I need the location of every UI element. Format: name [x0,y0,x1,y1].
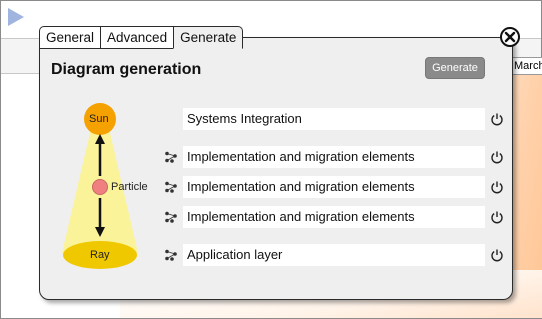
tab-generate[interactable]: Generate [173,26,244,49]
month-cell[interactable]: March [511,57,542,75]
particle-circle [92,179,108,195]
play-icon[interactable] [8,8,24,26]
row-label[interactable]: Implementation and migration elements [183,176,485,198]
particle-label: Particle [111,181,148,193]
node-graph-icon [165,211,177,223]
sun-ray-diagram: Sun Particle Ray [58,100,168,275]
close-icon [504,31,516,43]
power-icon[interactable] [490,248,504,262]
close-button[interactable] [500,27,520,47]
tab-advanced[interactable]: Advanced [100,26,174,49]
node-graph-icon [165,249,177,261]
panel-title: Diagram generation [51,61,202,78]
ray-label: Ray [90,249,110,261]
power-icon[interactable] [490,180,504,194]
tab-general[interactable]: General [39,26,101,49]
row-label[interactable]: Systems Integration [183,108,485,130]
power-icon[interactable] [490,112,504,126]
row-label[interactable]: Implementation and migration elements [183,146,485,168]
node-graph-icon [165,151,177,163]
sun-label: Sun [89,113,109,125]
row-label[interactable]: Implementation and migration elements [183,206,485,228]
power-icon[interactable] [490,210,504,224]
power-icon[interactable] [490,150,504,164]
row-label[interactable]: Application layer [183,244,485,266]
tab-bar: General Advanced Generate [39,26,244,49]
generate-button[interactable]: Generate [425,57,485,79]
background-toolbar-cell [1,38,41,72]
node-graph-icon [165,181,177,193]
